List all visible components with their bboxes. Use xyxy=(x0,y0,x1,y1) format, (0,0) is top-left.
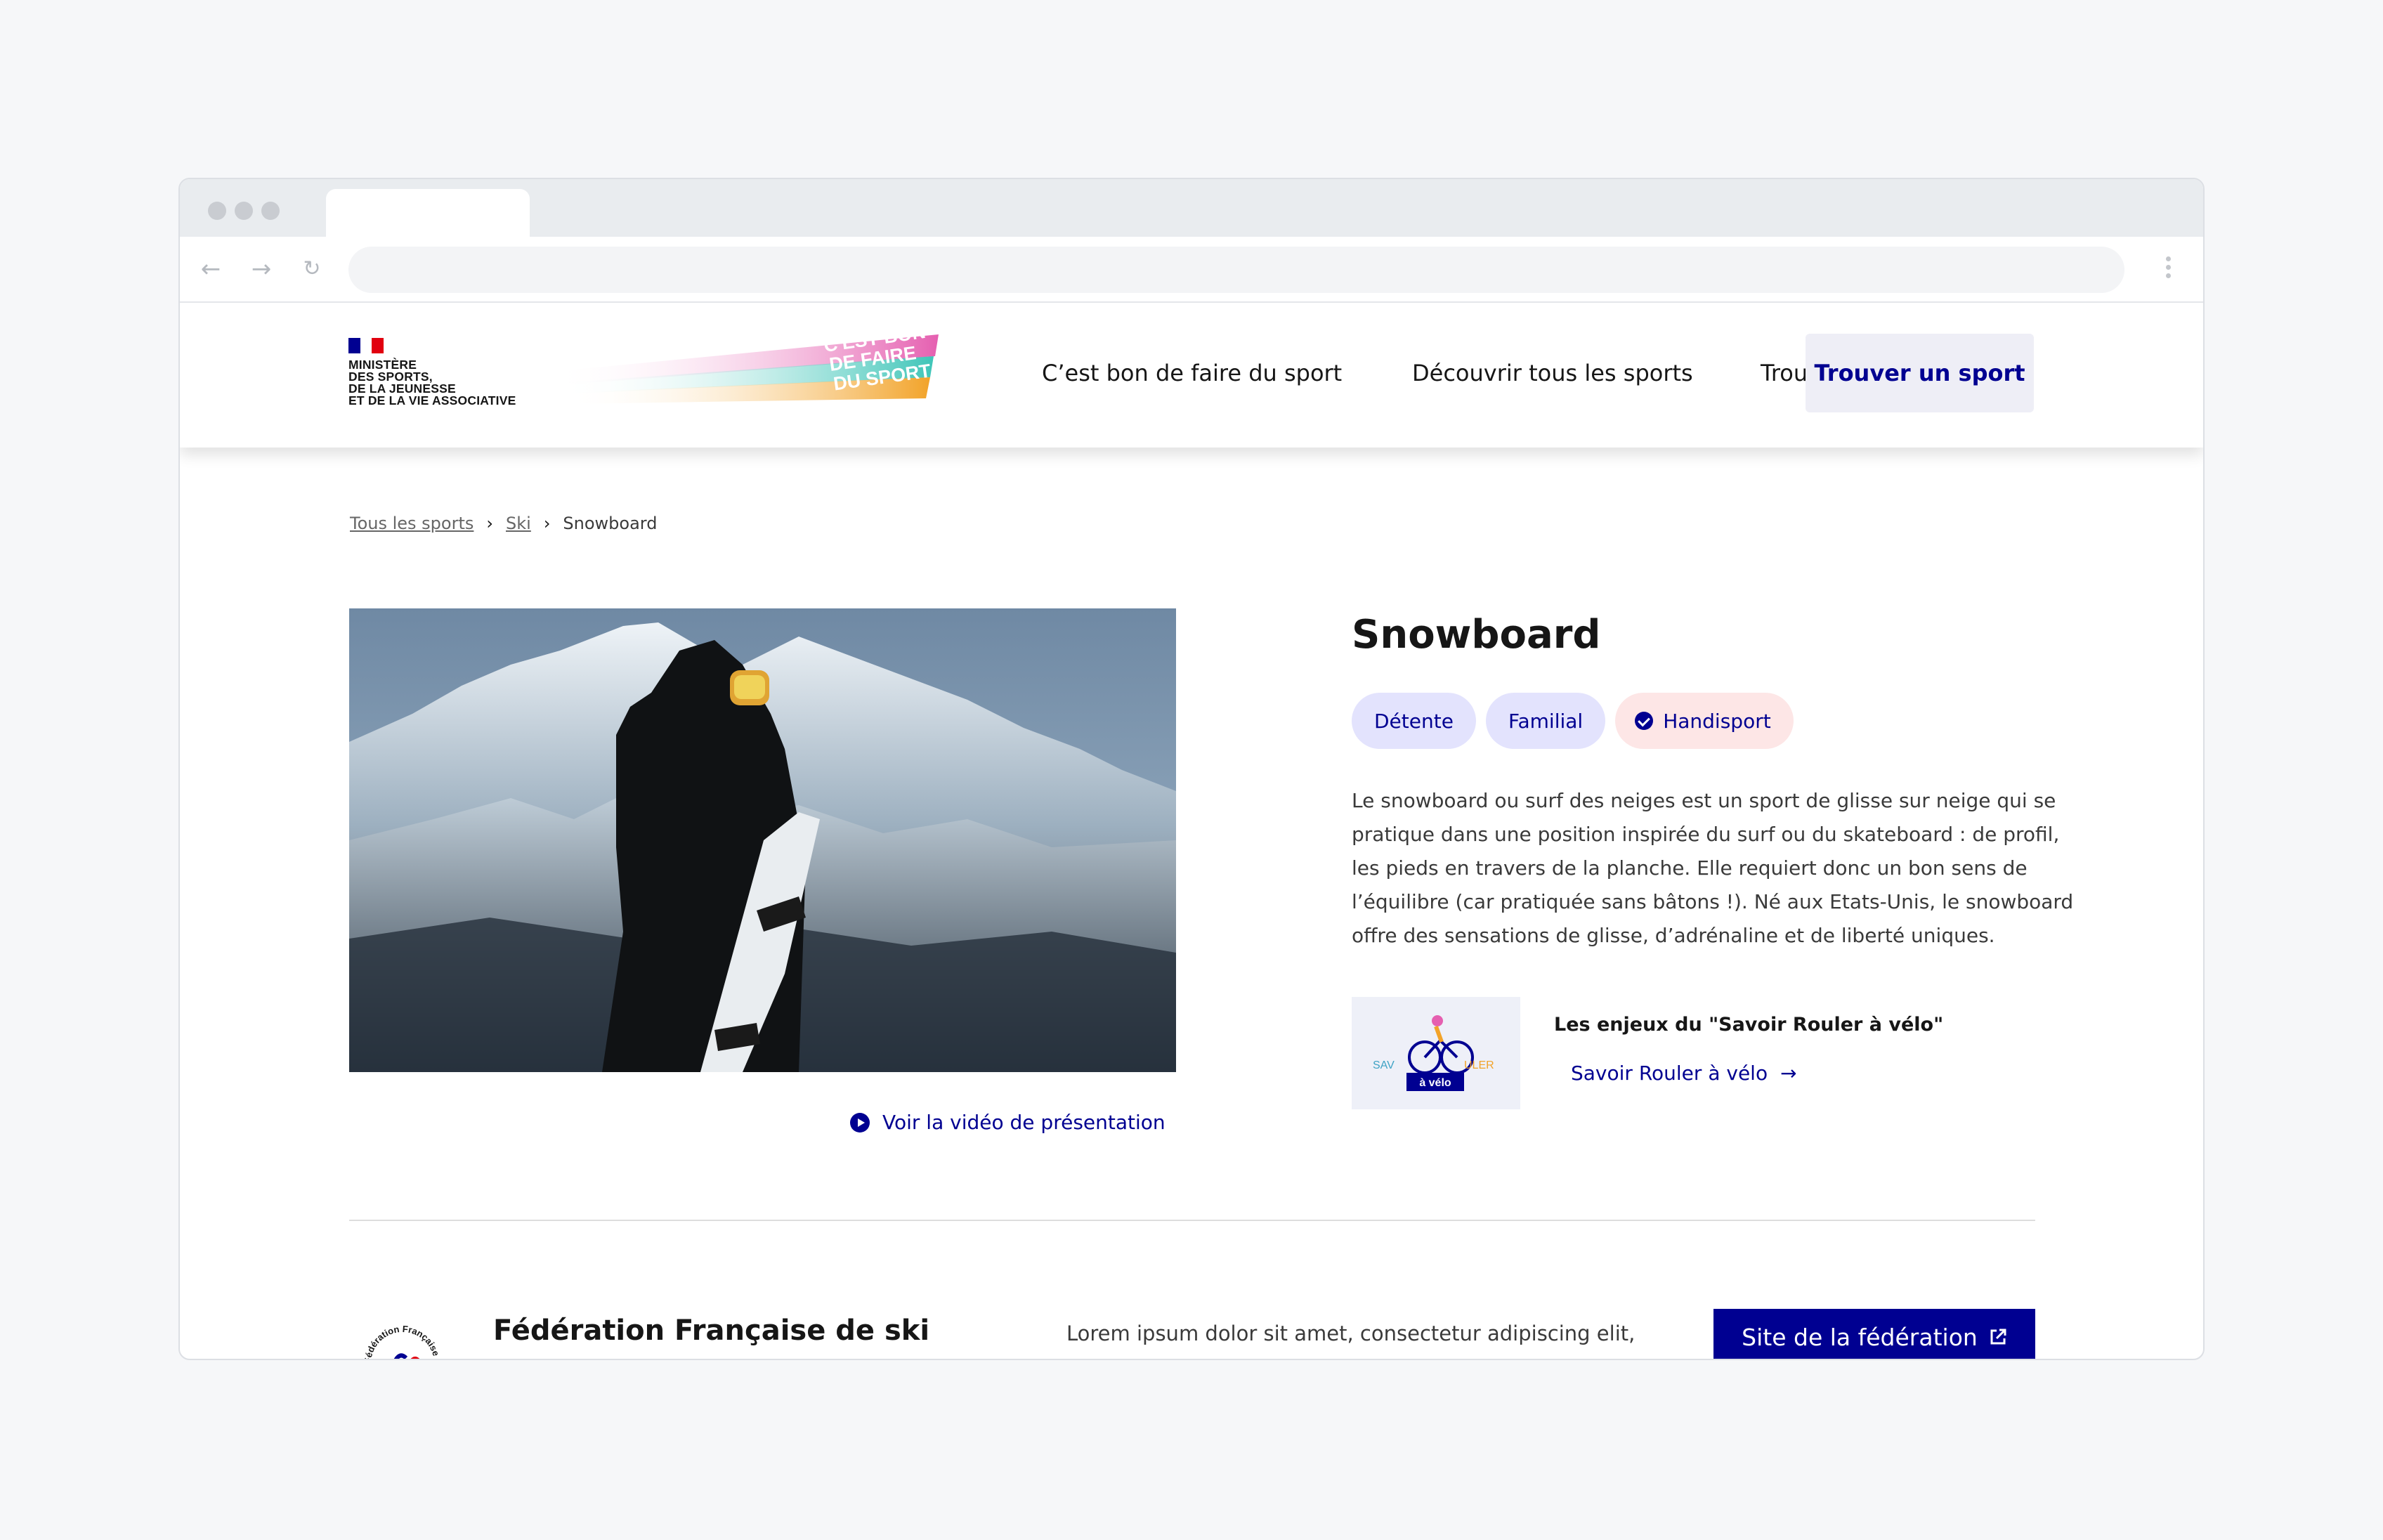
tag-familial[interactable]: Familial xyxy=(1485,693,1606,749)
page-content: MINISTÈRE DES SPORTS, DE LA JEUNESSE ET … xyxy=(180,303,2203,1359)
breadcrumb-current: Snowboard xyxy=(563,514,658,533)
federation-site-button-label: Site de la fédération xyxy=(1742,1323,1978,1351)
breadcrumb: Tous les sports › Ski › Snowboard xyxy=(350,514,657,533)
section-divider xyxy=(349,1220,2035,1221)
savoir-rouler-image: SAV ULER à vélo xyxy=(1352,997,1520,1109)
card-image-text: SAV xyxy=(1373,1059,1395,1071)
window-minimize-dot[interactable] xyxy=(235,202,253,220)
savoir-rouler-link-label: Savoir Rouler à vélo xyxy=(1571,1062,1768,1085)
more-menu-icon[interactable] xyxy=(2161,256,2175,285)
nav-item-bon-sport[interactable]: C’est bon de faire du sport xyxy=(1042,334,1342,412)
back-arrow-icon[interactable]: ← xyxy=(194,252,228,286)
federation-logo: Fédération Française xyxy=(363,1314,441,1359)
federation-name: Fédération Française de ski xyxy=(493,1314,930,1347)
savoir-rouler-link[interactable]: Savoir Rouler à vélo → xyxy=(1571,1062,1797,1085)
site-header: MINISTÈRE DES SPORTS, DE LA JEUNESSE ET … xyxy=(180,303,2203,448)
find-sport-button[interactable]: Trouver un sport xyxy=(1806,334,2034,412)
breadcrumb-link[interactable]: Tous les sports xyxy=(350,514,474,533)
ministry-logo-text[interactable]: MINISTÈRE DES SPORTS, DE LA JEUNESSE ET … xyxy=(348,358,516,407)
federation-site-button[interactable]: Site de la fédération xyxy=(1713,1309,2035,1359)
browser-window: ← → ↻ MINISTÈRE DES SPORTS, DE LA JEUNES… xyxy=(178,178,2205,1360)
window-maximize-dot[interactable] xyxy=(261,202,280,220)
snowboard-photo xyxy=(349,608,1176,1072)
tag-detente[interactable]: Détente xyxy=(1352,693,1476,749)
forward-arrow-icon[interactable]: → xyxy=(244,252,278,286)
external-link-icon xyxy=(1990,1329,2006,1345)
window-close-dot[interactable] xyxy=(208,202,226,220)
tag-handisport[interactable]: Handisport xyxy=(1615,693,1794,749)
marianne-flag-icon xyxy=(348,338,384,353)
browser-toolbar: ← → ↻ xyxy=(180,237,2203,303)
card-title: Les enjeux du "Savoir Rouler à vélo" xyxy=(1554,1014,1944,1036)
tag-handisport-label: Handisport xyxy=(1663,709,1771,733)
card-image-text: ULER xyxy=(1464,1059,1494,1071)
nav-item-decouvrir[interactable]: Découvrir tous les sports xyxy=(1412,334,1693,412)
card-image-text: à vélo xyxy=(1419,1077,1451,1089)
video-link[interactable]: Voir la vidéo de présentation xyxy=(850,1111,1166,1134)
ministry-line: ET DE LA VIE ASSOCIATIVE xyxy=(348,393,516,407)
chevron-right-icon: › xyxy=(543,514,551,533)
browser-tab[interactable] xyxy=(326,189,530,238)
video-link-label: Voir la vidéo de présentation xyxy=(882,1111,1166,1134)
play-circle-icon xyxy=(850,1112,870,1133)
federation-description: Lorem ipsum dolor sit amet, consectetur … xyxy=(1066,1322,1636,1345)
reload-icon[interactable]: ↻ xyxy=(295,252,329,286)
breadcrumb-link[interactable]: Ski xyxy=(506,514,531,533)
arrow-right-icon: → xyxy=(1780,1062,1797,1085)
check-circle-icon xyxy=(1635,712,1654,730)
address-bar[interactable] xyxy=(348,247,2124,293)
sport-tags: Détente Familial Handisport xyxy=(1352,693,1803,749)
sport-title: Snowboard xyxy=(1352,612,1601,658)
browser-tab-bar xyxy=(180,179,2203,238)
chevron-right-icon: › xyxy=(486,514,493,533)
sport-description: Le snowboard ou surf des neiges est un s… xyxy=(1352,789,2074,947)
brand-logo[interactable]: C'EST BON DE FAIRE DU SPORT xyxy=(552,331,953,415)
